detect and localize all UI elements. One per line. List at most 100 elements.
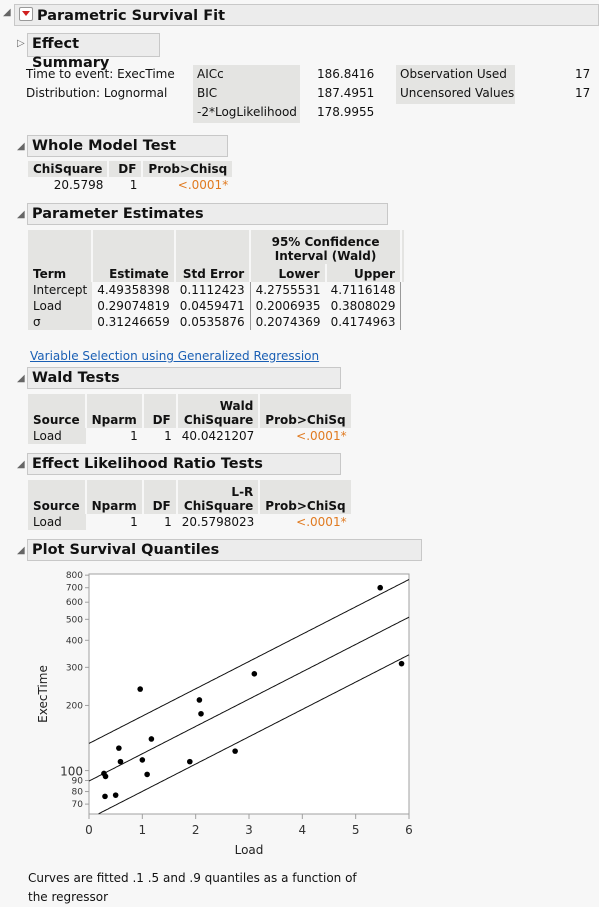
cell: 0.31246659 [97, 315, 170, 329]
col-header: Term [28, 230, 94, 282]
lr-header[interactable]: Effect Likelihood Ratio Tests [27, 453, 341, 475]
fit-stat-label: BIC [197, 86, 218, 100]
col-header: Prob>ChiSq [259, 480, 353, 514]
col-header: Lower [250, 263, 327, 282]
disclosure-open-icon[interactable]: ◢ [17, 545, 25, 556]
quantile-line [98, 654, 410, 815]
data-point [251, 671, 258, 677]
data-point [117, 758, 124, 765]
cell: 1 [129, 178, 138, 192]
col-header: Upper [325, 263, 402, 282]
cell: 0.4174963 [325, 314, 402, 330]
y-tick-label: 70 [72, 800, 84, 810]
y-tick-label: 800 [66, 571, 83, 581]
disclosure-closed-icon[interactable]: ▷ [17, 38, 25, 49]
plot-title: Plot Survival Quantiles [32, 542, 220, 558]
cell: 1 [130, 515, 138, 529]
wald-header[interactable]: Wald Tests [27, 367, 341, 389]
ci-header: 95% Confidence Interval (Wald) [250, 230, 402, 264]
cell: 20.5798023 [181, 515, 255, 529]
cell: 0.2006935 [249, 298, 326, 314]
fit-stat-value: 178.9955 [317, 105, 375, 119]
fit-stat-value: 187.4951 [317, 86, 375, 100]
whole-model-title: Whole Model Test [32, 138, 177, 154]
table-row: σ 0.31246659 0.0535876 0.2074369 0.41749… [28, 314, 405, 330]
obs-stat-value: 17 [575, 86, 591, 100]
disclosure-open-icon[interactable]: ◢ [17, 141, 25, 152]
y-tick-label: 600 [66, 598, 83, 608]
effect-summary-label: Effect Summary [32, 36, 110, 71]
term: Intercept [28, 282, 93, 298]
lr-title: Effect Likelihood Ratio Tests [32, 456, 263, 472]
term: σ [28, 314, 93, 330]
plot-header[interactable]: Plot Survival Quantiles [27, 539, 422, 561]
col-header: Estimate [92, 230, 176, 282]
p-value: <.0001* [177, 178, 229, 192]
whole-model-table: ChiSquare DF Prob>Chisq 20.5798 1 <.0001… [28, 161, 235, 193]
disclosure-open-icon[interactable]: ◢ [3, 7, 11, 18]
x-tick-label: 0 [85, 823, 93, 837]
variable-selection-link[interactable]: Variable Selection using Generalized Reg… [30, 349, 319, 363]
table-row: Load 0.29074819 0.0459471 0.2006935 0.38… [28, 298, 405, 314]
cell: 1 [130, 429, 138, 443]
table-row: Load 1 1 20.5798023 <.0001* [28, 514, 352, 530]
disclosure-open-icon[interactable]: ◢ [17, 209, 25, 220]
cell: 0.3808029 [325, 298, 402, 314]
data-point [137, 686, 143, 692]
x-tick-label: 1 [139, 823, 147, 837]
col-header: Std Error [174, 230, 252, 282]
whole-model-header[interactable]: Whole Model Test [27, 135, 228, 157]
col-header: Prob>ChiSq [259, 394, 353, 428]
table-row: Load 1 1 40.0421207 <.0001* [28, 428, 352, 444]
y-tick-label: 500 [66, 615, 83, 625]
cell: 0.0535876 [179, 315, 245, 329]
spacer [400, 230, 406, 282]
cell: 0.1112423 [179, 283, 245, 297]
data-point [377, 584, 384, 591]
x-tick-label: 2 [192, 823, 200, 837]
quantile-line [88, 579, 410, 744]
distribution: Distribution: Lognormal [26, 86, 168, 100]
cell: 40.0421207 [181, 429, 255, 443]
col-header: DF [142, 394, 178, 428]
red-triangle-menu-icon[interactable] [19, 7, 33, 21]
data-point [398, 660, 405, 667]
term: Load [28, 298, 93, 314]
disclosure-open-icon[interactable]: ◢ [17, 373, 25, 384]
effect-summary-header[interactable]: Effect Summary [27, 33, 160, 71]
wald-table: Source Nparm DF Wald ChiSquare Prob>ChiS… [28, 394, 353, 444]
plot-frame [88, 573, 410, 815]
obs-stat-value: 17 [575, 67, 591, 81]
report-title: Parametric Survival Fit [37, 8, 225, 24]
cell: 20.5798 [53, 178, 104, 192]
col-header: DF [108, 161, 144, 177]
fit-stat-value: 186.8416 [317, 67, 375, 81]
wald-title: Wald Tests [32, 370, 120, 386]
disclosure-open-icon[interactable]: ◢ [17, 459, 25, 470]
col-header: Source [28, 480, 87, 514]
data-point [112, 792, 119, 798]
col-header: Source [28, 394, 87, 428]
data-point [102, 793, 108, 800]
cell: 0.0459471 [179, 299, 245, 313]
col-header: DF [142, 480, 178, 514]
data-point [101, 770, 107, 777]
data-point [196, 697, 203, 703]
cell: 4.49358398 [97, 283, 170, 297]
col-header: Wald ChiSquare [176, 394, 261, 428]
x-tick-label: 6 [405, 823, 413, 837]
y-tick-label: 80 [72, 788, 84, 798]
data-point [232, 748, 238, 754]
x-tick-label: 4 [299, 823, 307, 837]
cell: 0.29074819 [97, 299, 170, 313]
data-point [102, 773, 109, 780]
param-est-header[interactable]: Parameter Estimates [27, 203, 388, 225]
col-header: Prob>Chisq [142, 161, 235, 177]
fit-stat-label: -2*LogLikelihood [197, 105, 297, 119]
source: Load [28, 428, 86, 444]
y-tick-label: 100 [60, 765, 83, 779]
cell: 0.2074369 [249, 314, 326, 330]
report-title-bar: Parametric Survival Fit [14, 4, 599, 26]
cell: 1 [164, 429, 172, 443]
x-tick-label: 3 [245, 823, 253, 837]
